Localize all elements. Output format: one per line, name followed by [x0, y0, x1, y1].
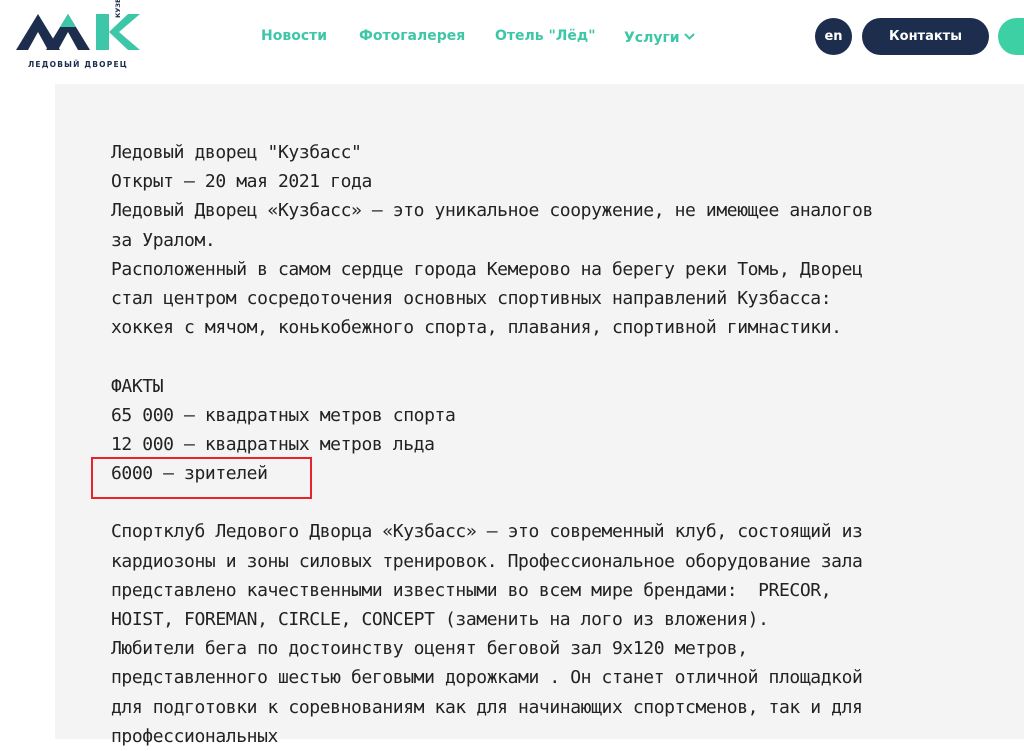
nav-news[interactable]: Новости — [261, 28, 327, 44]
intro-line: за Уралом. — [111, 229, 216, 251]
intro-line: Ледовый дворец "Кузбасс" — [111, 142, 362, 163]
fact-line: 65 000 – квадратных метров спорта — [111, 404, 456, 426]
highlight-annotation-box — [91, 457, 312, 499]
article-text: Ледовый дворец "Кузбасс" Открыт – 20 мая… — [111, 138, 1011, 751]
nav-services[interactable]: Услуги — [624, 28, 695, 46]
nav-services-label: Услуги — [624, 30, 680, 46]
logo-caption: ЛЕДОВЫЙ ДВОРЕЦ — [28, 60, 128, 69]
article-content: Ледовый дворец "Кузбасс" Открыт – 20 мая… — [55, 84, 1024, 747]
sportclub-line: Спортклуб Ледового Дворца «Кузбасс» – эт… — [111, 521, 863, 543]
language-switch-button[interactable]: en — [815, 18, 852, 55]
sportclub-line: HOIST, FOREMAN, CIRCLE, CONCEPT (заменит… — [111, 609, 769, 630]
chevron-down-icon — [683, 28, 695, 44]
fact-line: 12 000 – квадратных метров льда — [111, 433, 435, 455]
logo-mark-icon — [16, 14, 140, 50]
nav-hotel[interactable]: Отель "Лёд" — [495, 28, 596, 44]
sportclub-line: Любители бега по достоинству оценят бего… — [111, 638, 748, 660]
intro-line: Расположенный в самом сердце города Кеме… — [111, 258, 863, 280]
accent-button[interactable] — [998, 18, 1024, 55]
facts-heading: ФАКТЫ — [111, 375, 164, 397]
sportclub-line: представлено качественными известными во… — [111, 579, 832, 601]
site-header: КУЗБАСС ЛЕДОВЫЙ ДВОРЕЦ Новости Фотогалер… — [0, 0, 1024, 80]
nav-photo-gallery[interactable]: Фотогалерея — [359, 28, 465, 44]
sportclub-line: профессиональных — [111, 725, 278, 747]
intro-line: стал центром сосредоточения основных спо… — [111, 287, 832, 309]
intro-line: хоккея с мячом, конькобежного спорта, пл… — [111, 317, 842, 339]
intro-line: Ледовый Дворец «Кузбасс» – это уникально… — [111, 200, 873, 222]
sportclub-line: кардиозоны и зоны силовых тренировок. Пр… — [111, 550, 863, 572]
sportclub-line: для подготовки к соревнованиям как для н… — [111, 696, 863, 718]
sportclub-line: представленного шестью беговыми дорожкам… — [111, 667, 863, 689]
logo-vertical-text: КУЗБАСС — [114, 0, 122, 18]
intro-line: Открыт – 20 мая 2021 года — [111, 171, 372, 193]
contacts-button[interactable]: Контакты — [862, 18, 989, 55]
site-logo[interactable]: КУЗБАСС ЛЕДОВЫЙ ДВОРЕЦ — [16, 0, 141, 69]
